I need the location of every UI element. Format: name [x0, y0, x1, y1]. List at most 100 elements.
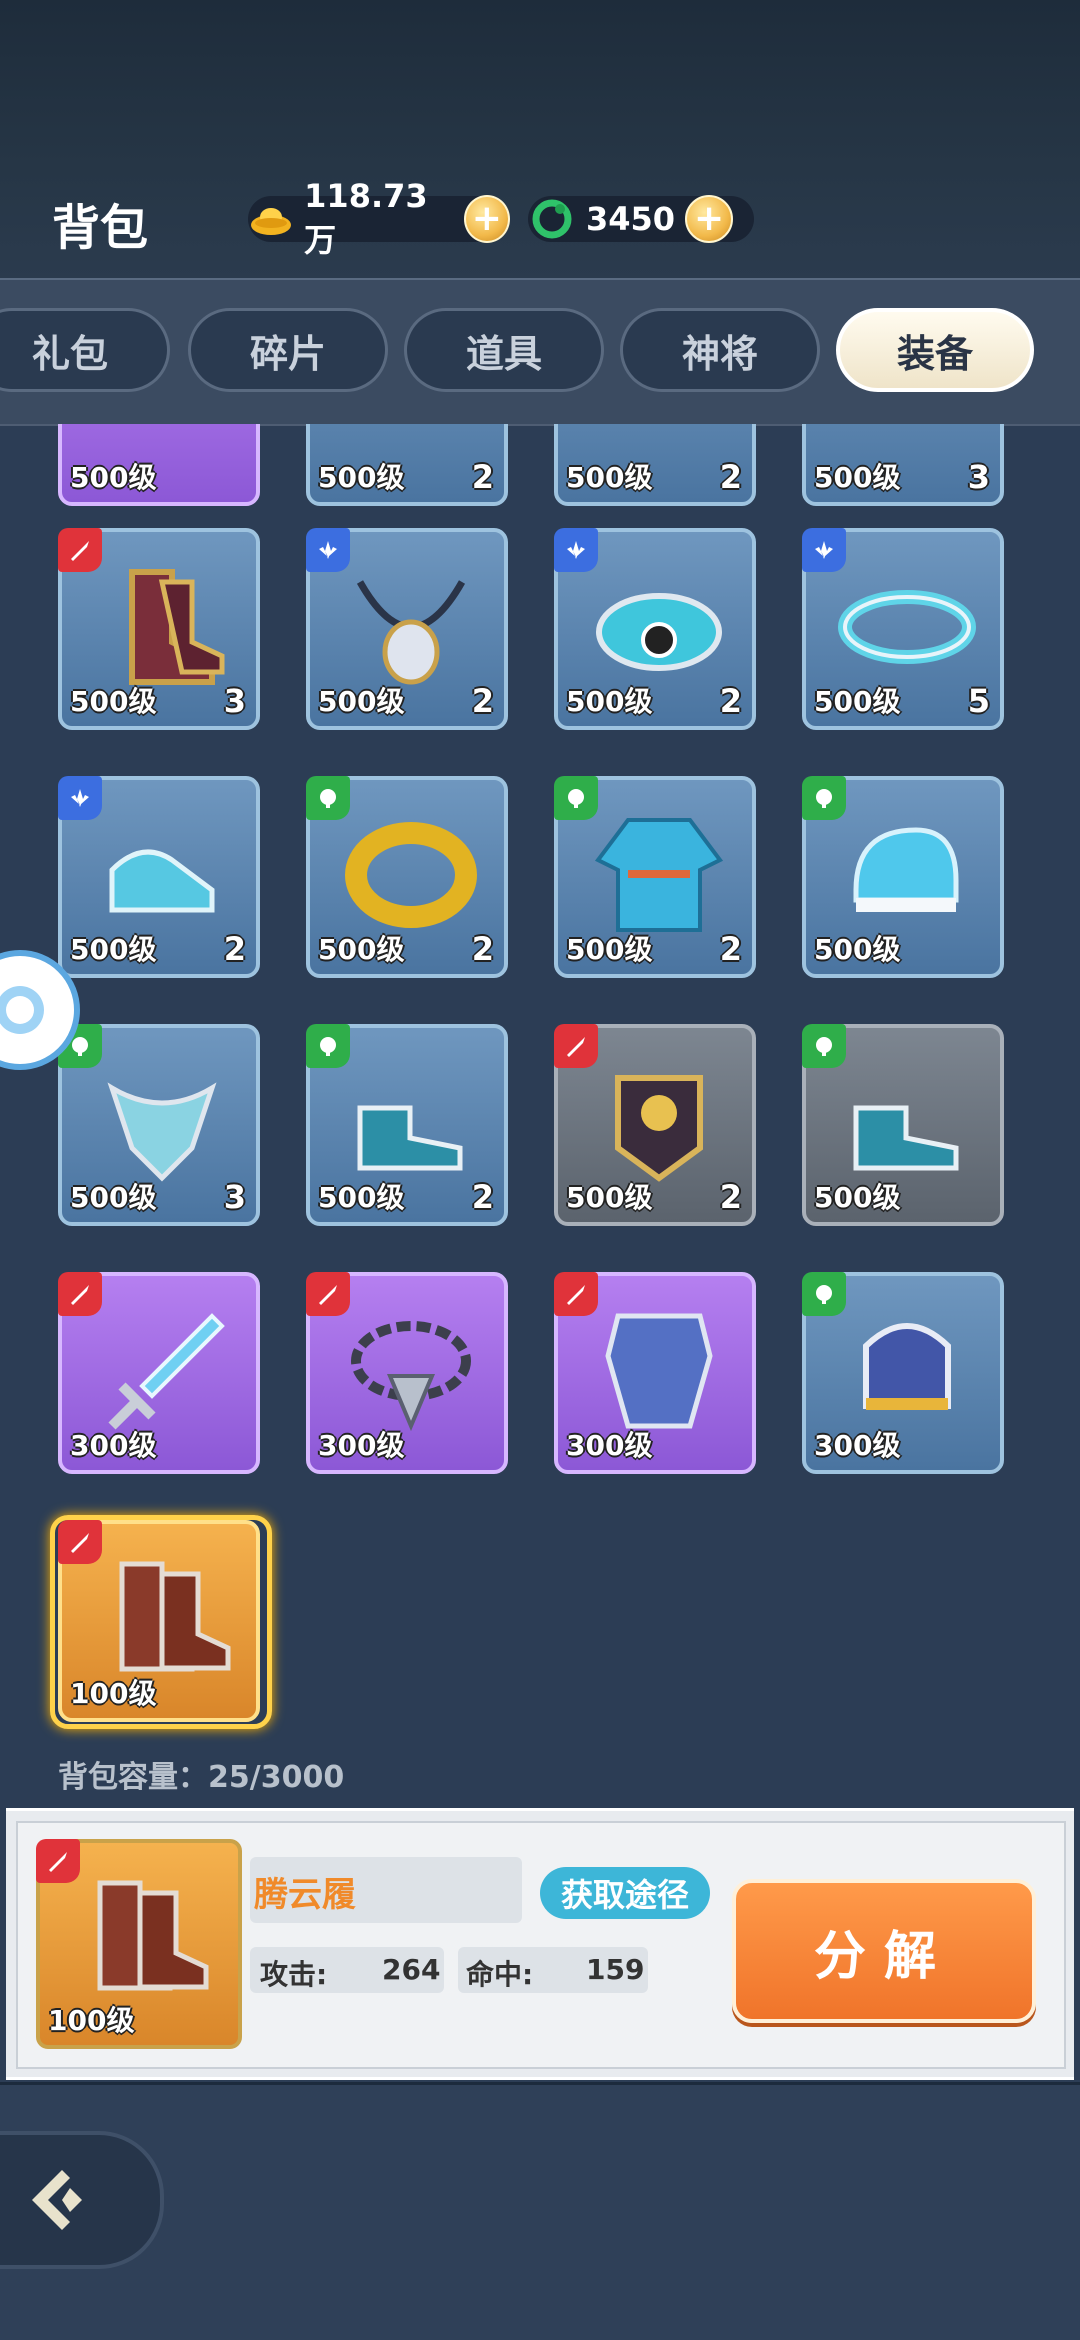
chain-icon — [107, 1082, 217, 1182]
boots-icon — [129, 569, 225, 685]
item-level: 300级 — [566, 1429, 653, 1462]
grid-item[interactable]: 300级 — [306, 1272, 508, 1474]
item-level: 500级 — [70, 461, 157, 494]
item-count: 2 — [471, 930, 494, 968]
tab-bar: 礼包 碎片 道具 神将 装备 — [0, 278, 1080, 426]
hat-icon — [853, 827, 959, 912]
item-level: 500级 — [318, 685, 405, 718]
item-level: 500级 — [566, 685, 653, 718]
item-count: 2 — [223, 930, 246, 968]
item-level: 500级 — [566, 461, 653, 494]
item-level: 500级 — [814, 685, 901, 718]
item-count: 2 — [471, 458, 494, 496]
grid-item[interactable]: 500级 3 — [58, 1024, 260, 1226]
detail-item-icon: 100级 — [36, 1839, 242, 2049]
item-count: 2 — [719, 458, 742, 496]
hat-icon — [863, 1323, 951, 1410]
jade-dragon-icon — [528, 195, 576, 243]
grid-item[interactable]: 500级 2 — [554, 776, 756, 978]
item-count: 2 — [719, 682, 742, 720]
detail-item-level: 100级 — [48, 2004, 135, 2037]
armor-icon — [615, 1075, 703, 1182]
grid-item[interactable]: 300级 — [58, 1272, 260, 1474]
item-level: 500级 — [70, 1181, 157, 1214]
item-level: 500级 — [814, 1181, 901, 1214]
item-level: 300级 — [70, 1429, 157, 1462]
tab-gift[interactable]: 礼包 — [0, 308, 170, 392]
item-count: 2 — [471, 1178, 494, 1216]
bottom-bar — [0, 2082, 1080, 2340]
grid-item[interactable]: 500级 2 — [554, 528, 756, 730]
item-level: 500级 — [814, 461, 901, 494]
sword-icon — [108, 1313, 225, 1430]
add-jade-button[interactable]: + — [685, 195, 734, 243]
hit-value: 159 — [586, 1953, 645, 1986]
grid-item[interactable]: 500级 2 — [306, 528, 508, 730]
item-count: 3 — [223, 1178, 246, 1216]
selection-frame — [50, 1515, 272, 1729]
boots-icon — [97, 1880, 209, 1991]
back-button[interactable] — [0, 2131, 164, 2269]
item-detail-panel: 100级 腾云履 获取途径 攻击: 264 命中: 159 分解 — [6, 1808, 1074, 2080]
grid-item[interactable]: 300级 — [802, 1272, 1004, 1474]
back-arrow-icon — [32, 2170, 82, 2230]
tab-fragments[interactable]: 碎片 — [188, 308, 388, 392]
item-level: 300级 — [318, 1429, 405, 1462]
grid-item[interactable]: 500级 5 — [802, 528, 1004, 730]
item-count: 3 — [223, 682, 246, 720]
ring-belt-icon — [838, 590, 976, 664]
attack-value: 264 — [382, 1953, 441, 1986]
item-count: 2 — [719, 1178, 742, 1216]
grid-item[interactable]: 500级 — [58, 424, 260, 506]
grid-item[interactable]: 500级 2 — [306, 776, 508, 978]
item-level: 500级 — [318, 1181, 405, 1214]
item-level: 500级 — [566, 933, 653, 966]
chain-icon — [351, 1321, 471, 1432]
boots-icon — [357, 1105, 463, 1171]
grid-item[interactable]: 500级 — [802, 1024, 1004, 1226]
grid-item[interactable]: 500级 2 — [306, 1024, 508, 1226]
item-level: 500级 — [70, 685, 157, 718]
gold-currency: 118.73万 + — [248, 177, 510, 259]
add-gold-button[interactable]: + — [463, 195, 510, 243]
item-count: 3 — [967, 458, 990, 496]
necklace-icon — [356, 580, 466, 685]
grid-item[interactable]: 500级 3 — [58, 528, 260, 730]
belt-icon — [596, 593, 722, 671]
item-level: 500级 — [70, 933, 157, 966]
tab-items[interactable]: 道具 — [404, 308, 604, 392]
detail-item-name: 腾云履 — [254, 1875, 356, 1915]
item-level: 300级 — [814, 1429, 901, 1462]
source-button[interactable]: 获取途径 — [540, 1867, 710, 1919]
tab-equipment[interactable]: 装备 — [836, 308, 1034, 392]
hit-label: 命中: — [466, 1958, 534, 1991]
item-level: 500级 — [566, 1181, 653, 1214]
item-level: 500级 — [318, 461, 405, 494]
boots-icon — [109, 849, 215, 913]
item-count: 2 — [719, 930, 742, 968]
attack-label: 攻击: — [260, 1958, 328, 1991]
grid-item[interactable]: 300级 — [554, 1272, 756, 1474]
decompose-button[interactable]: 分解 — [732, 1879, 1036, 2023]
item-level: 500级 — [318, 933, 405, 966]
grid-item[interactable]: 500级 2 — [58, 776, 260, 978]
page-title: 背包 — [52, 200, 149, 256]
grid-item[interactable]: 500级 2 — [554, 1024, 756, 1226]
item-count: 2 — [471, 682, 494, 720]
jade-currency: 3450 + — [528, 195, 754, 243]
jade-value: 3450 — [586, 200, 676, 238]
robe-icon — [594, 818, 724, 932]
item-level: 500级 — [814, 933, 901, 966]
item-count: 5 — [967, 682, 990, 720]
grid-item[interactable]: 500级 2 — [306, 424, 508, 506]
bag-capacity: 背包容量：25/3000 — [58, 1760, 345, 1795]
grid-item[interactable]: 500级 3 — [802, 424, 1004, 506]
gold-ring-icon — [345, 822, 477, 928]
grid-item[interactable]: 500级 — [802, 776, 1004, 978]
grid-item[interactable]: 500级 2 — [554, 424, 756, 506]
gold-ingot-icon — [248, 195, 294, 243]
tab-heroes[interactable]: 神将 — [620, 308, 820, 392]
gold-value: 118.73万 — [304, 177, 428, 259]
armor-icon — [605, 1313, 713, 1429]
boots-icon — [853, 1105, 959, 1171]
